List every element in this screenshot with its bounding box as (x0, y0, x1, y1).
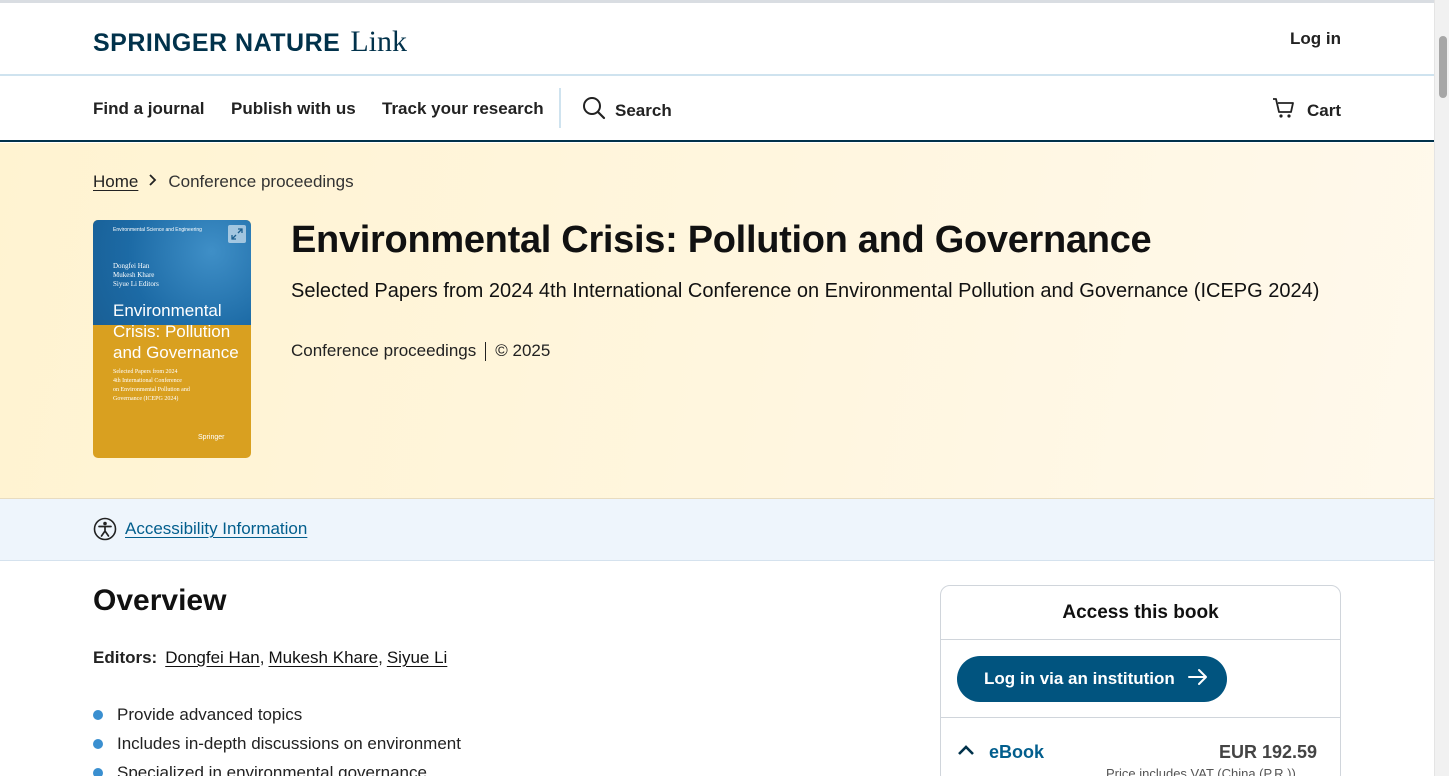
site-header: SPRINGER NATURE Link Log in (0, 3, 1434, 76)
book-title: Environmental Crisis: Pollution and Gove… (291, 219, 1152, 261)
cover-title-line: Environmental (113, 301, 222, 320)
book-hero: Home Conference proceedings Environmenta… (0, 143, 1434, 499)
institution-button-label: Log in via an institution (984, 669, 1175, 688)
search-icon (582, 96, 606, 125)
logo-main-text: SPRINGER NATURE (93, 29, 341, 57)
cart-icon (1272, 96, 1296, 125)
list-item: Includes in-depth discussions on environ… (93, 729, 461, 758)
search-button[interactable]: Search (582, 96, 672, 125)
divider (941, 717, 1340, 718)
login-link[interactable]: Log in (1290, 29, 1341, 49)
search-label: Search (615, 100, 672, 120)
nav-track-research[interactable]: Track your research (382, 99, 544, 119)
book-cover[interactable]: Environmental Science and Engineering Do… (93, 220, 251, 458)
cart-button[interactable]: Cart (1272, 96, 1341, 125)
nav-find-journal[interactable]: Find a journal (93, 99, 204, 119)
logo-link-text: Link (350, 25, 408, 58)
book-type: Conference proceedings (291, 341, 477, 360)
list-item: Specialized in environmental governance (93, 758, 461, 776)
arrow-right-icon (1187, 668, 1209, 691)
main-nav: Find a journal Publish with us Track you… (0, 77, 1434, 142)
cover-subtitle-line: 4th International Conference (113, 378, 182, 384)
accessibility-icon (93, 517, 117, 546)
book-meta: Conference proceedings © 2025 (291, 341, 550, 361)
cover-subtitle-line: Selected Papers from 2024 (113, 369, 178, 375)
cover-editor: Dongfei Han (113, 262, 150, 270)
ebook-price: EUR 192.59 (1218, 742, 1317, 762)
cover-subtitle-line: on Environmental Pollution and (113, 387, 190, 393)
divider (941, 639, 1340, 640)
cover-title-line: and Governance (113, 343, 239, 362)
breadcrumb: Home Conference proceedings (93, 172, 354, 192)
ebook-label: eBook (989, 742, 1045, 762)
cover-publisher: Springer (198, 434, 225, 441)
cover-series: Environmental Science and Engineering (113, 227, 202, 233)
book-subtitle: Selected Papers from 2024 4th Internatio… (291, 280, 1320, 302)
book-copyright: © 2025 (495, 341, 551, 360)
cover-subtitle: Selected Papers from 2024 4th Internatio… (113, 368, 190, 404)
editor-link[interactable]: Mukesh Khare (268, 648, 378, 668)
nav-divider (559, 88, 561, 128)
page-scrollbar[interactable] (1434, 0, 1449, 776)
breadcrumb-home[interactable]: Home (93, 172, 138, 192)
cover-subtitle-line: Governance (ICEPG 2024) (113, 396, 179, 402)
cover-editor: Siyue Li Editors (113, 280, 159, 288)
highlights-list: Provide advanced topics Includes in-dept… (93, 700, 461, 776)
editor-link[interactable]: Dongfei Han (165, 648, 260, 668)
access-panel-title: Access this book (1062, 602, 1219, 623)
nav-publish-with-us[interactable]: Publish with us (231, 99, 356, 119)
vat-note: Price includes VAT (China (P.R.)) (1106, 766, 1296, 776)
breadcrumb-current: Conference proceedings (168, 172, 354, 191)
editor-link[interactable]: Siyue Li (387, 648, 447, 668)
cart-label: Cart (1306, 100, 1341, 120)
accessibility-bar: Accessibility Information (0, 499, 1434, 561)
springer-nature-link-logo[interactable]: SPRINGER NATURE Link (93, 25, 407, 59)
editors-label: Editors: (93, 648, 158, 667)
list-item: Provide advanced topics (93, 700, 461, 729)
accessibility-information-link[interactable]: Accessibility Information (125, 519, 307, 539)
scrollbar-thumb[interactable] (1439, 36, 1447, 98)
editors-line: Editors: Dongfei Han, Mukesh Khare, Siyu… (93, 648, 447, 668)
ebook-option[interactable]: eBook EUR 192.59 (957, 742, 1317, 763)
cover-editors: Dongfei Han Mukesh Khare Siyue Li Editor… (113, 262, 159, 289)
login-institution-button[interactable]: Log in via an institution (957, 656, 1227, 702)
access-panel: Access this book Log in via an instituti… (940, 585, 1341, 776)
cover-title-line: Crisis: Pollution (113, 322, 231, 341)
cover-editor: Mukesh Khare (113, 271, 155, 279)
expand-icon[interactable] (228, 225, 246, 243)
chevron-up-icon[interactable] (957, 743, 975, 762)
meta-separator (485, 341, 487, 361)
editor-separator: , (259, 648, 265, 667)
cover-title: Environmental Crisis: Pollution and Gove… (113, 300, 239, 363)
chevron-right-icon (148, 173, 158, 191)
editor-separator: , (378, 648, 383, 667)
overview-heading: Overview (93, 584, 227, 617)
